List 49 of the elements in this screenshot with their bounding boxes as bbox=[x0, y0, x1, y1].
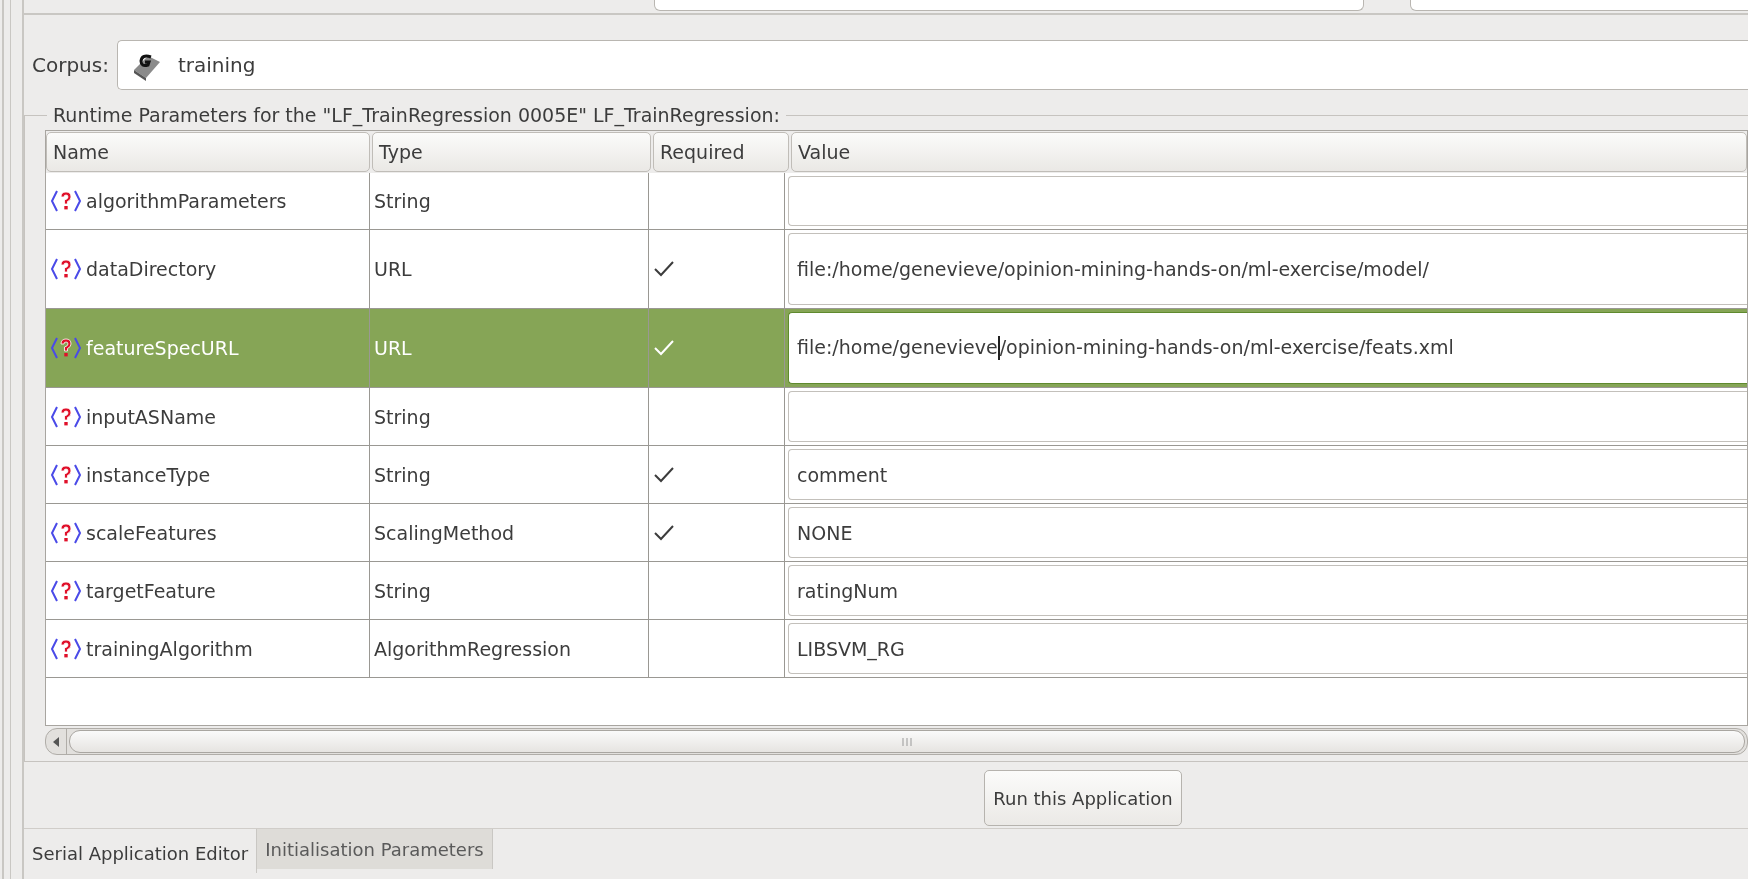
column-header[interactable]: Value bbox=[791, 132, 1747, 172]
table-row[interactable]: trainingAlgorithm AlgorithmRegression LIBSVM_RG bbox=[46, 620, 1747, 678]
horizontal-scrollbar[interactable] bbox=[45, 728, 1748, 755]
table-cell: scaleFeatures bbox=[46, 504, 370, 561]
table-row[interactable]: instanceType String comment bbox=[46, 446, 1747, 504]
corpus-label: Corpus: bbox=[32, 53, 109, 77]
help-icon bbox=[50, 188, 82, 214]
value-field[interactable] bbox=[788, 176, 1747, 226]
table-cell: AlgorithmRegression bbox=[370, 620, 649, 677]
column-header[interactable]: Name bbox=[46, 132, 370, 172]
corpus-dropdown[interactable]: training bbox=[116, 40, 1748, 90]
table-cell: trainingAlgorithm bbox=[46, 620, 370, 677]
table-cell: String bbox=[370, 388, 649, 445]
section-title: Runtime Parameters for the "LF_TrainRegression 0005E" LF_TrainRegression: bbox=[52, 104, 781, 126]
help-icon bbox=[50, 335, 82, 361]
table-cell: featureSpecURL bbox=[46, 309, 370, 387]
input-field[interactable] bbox=[1410, 0, 1748, 11]
value-field[interactable]: file:/home/genevieve/opinion-mining-hands-on/ml-exercise/model/ bbox=[788, 233, 1747, 305]
table-cell: URL bbox=[370, 230, 649, 308]
left-arrow-icon bbox=[52, 736, 60, 747]
table-row[interactable]: targetFeature String ratingNum bbox=[46, 562, 1747, 620]
table-cell: URL bbox=[370, 309, 649, 387]
table-cell: instanceType bbox=[46, 446, 370, 503]
table-cell: ScalingMethod bbox=[370, 504, 649, 561]
value-field[interactable]: LIBSVM_RG bbox=[788, 623, 1747, 674]
grip-icon bbox=[901, 737, 913, 746]
value-field[interactable]: file:/home/genevieve/opinion-mining-hands-on/ml-exercise/feats.xml bbox=[788, 312, 1747, 384]
input-field[interactable] bbox=[654, 0, 1364, 11]
run-button[interactable]: Run this Application bbox=[984, 770, 1182, 826]
value-field[interactable]: NONE bbox=[788, 507, 1747, 558]
table-cell: inputASName bbox=[46, 388, 370, 445]
table-row[interactable]: algorithmParameters String bbox=[46, 173, 1747, 230]
table-cell: String bbox=[370, 446, 649, 503]
help-icon bbox=[50, 256, 82, 282]
tab[interactable]: Initialisation Parameters bbox=[257, 829, 493, 869]
value-field[interactable] bbox=[788, 391, 1747, 442]
table-row[interactable]: featureSpecURL URL file:/home/genevieve/opinion-mining-hands-on/ml-exercise/feats.xml bbox=[46, 309, 1747, 388]
table-cell: dataDirectory bbox=[46, 230, 370, 308]
table-cell: algorithmParameters bbox=[46, 173, 370, 229]
table-row[interactable]: scaleFeatures ScalingMethod NONE bbox=[46, 504, 1747, 562]
column-header[interactable]: Type bbox=[372, 132, 651, 172]
table-row[interactable]: inputASName String bbox=[46, 388, 1747, 446]
table-cell: targetFeature bbox=[46, 562, 370, 619]
value-field[interactable]: comment bbox=[788, 449, 1747, 500]
column-header[interactable]: Required bbox=[653, 132, 789, 172]
value-field[interactable]: ratingNum bbox=[788, 565, 1747, 616]
table-cell: String bbox=[370, 173, 649, 229]
table-row[interactable]: dataDirectory URL file:/home/genevieve/opinion-mining-hands-on/ml-exercise/model/ bbox=[46, 230, 1747, 309]
table-cell: String bbox=[370, 562, 649, 619]
